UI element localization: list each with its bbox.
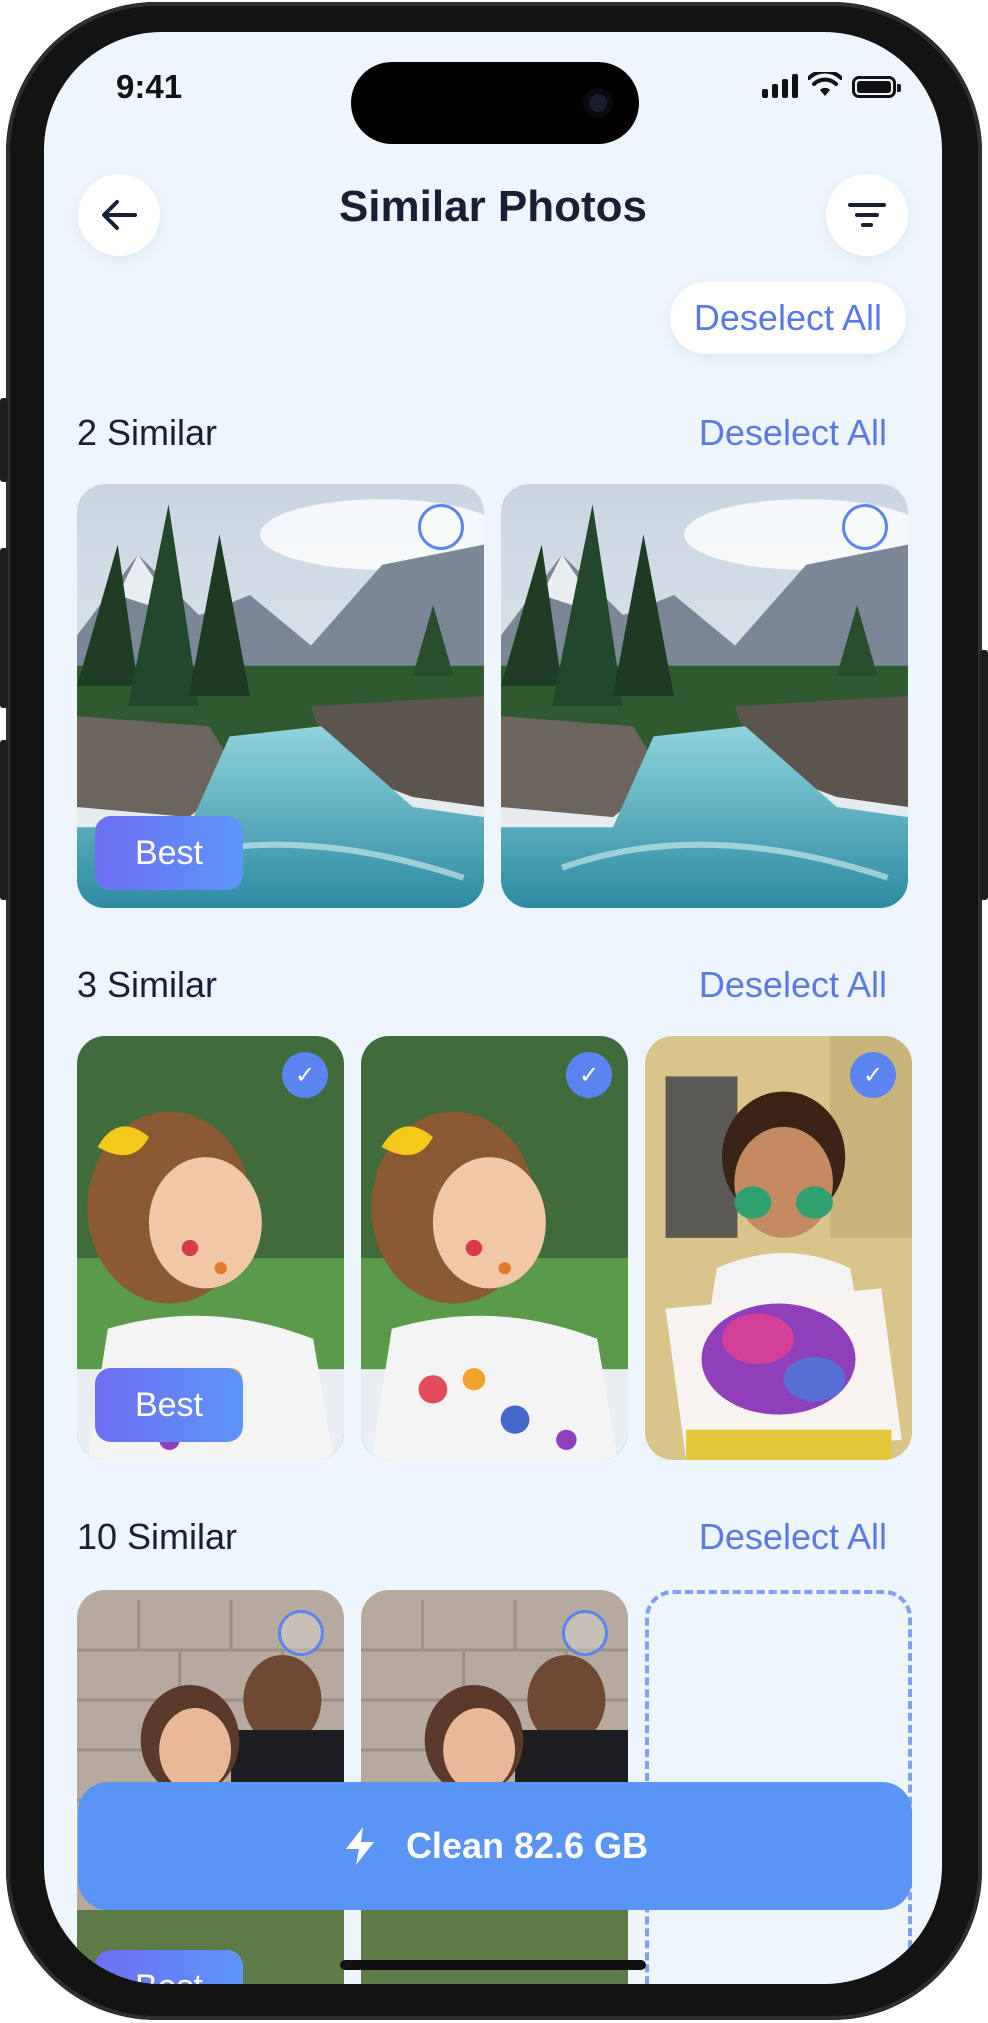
photo-thumbnail[interactable]: ✓ Best bbox=[77, 1036, 344, 1460]
mountain-river-photo bbox=[501, 484, 908, 908]
select-circle[interactable] bbox=[562, 1610, 608, 1656]
clean-button[interactable]: Clean 82.6 GB bbox=[78, 1782, 912, 1910]
boy-painting-photo bbox=[645, 1036, 912, 1460]
clean-button-label: Clean 82.6 GB bbox=[405, 1825, 649, 1866]
side-button-left-1 bbox=[0, 398, 8, 482]
best-badge: Best bbox=[95, 1368, 243, 1442]
checkmark-icon[interactable]: ✓ bbox=[566, 1052, 612, 1098]
girl-paint-photo bbox=[361, 1036, 628, 1460]
group-deselect-all-link[interactable]: Deselect All bbox=[699, 964, 887, 1006]
photo-thumbnail[interactable]: Best bbox=[77, 484, 484, 908]
photo-thumbnail[interactable] bbox=[501, 484, 908, 908]
group-title: 2 Similar bbox=[77, 412, 218, 453]
page-title: Similar Photos bbox=[338, 182, 648, 231]
group-title: 3 Similar bbox=[77, 964, 218, 1005]
lightning-icon bbox=[345, 1827, 374, 1865]
group-deselect-all-link[interactable]: Deselect All bbox=[699, 412, 887, 454]
app-screen: 9:41 Similar Photos Deselect All 2 Simil… bbox=[44, 32, 942, 1984]
group-title: 10 Similar bbox=[77, 1516, 238, 1557]
group-deselect-all-link[interactable]: Deselect All bbox=[699, 1516, 887, 1558]
filter-button[interactable] bbox=[826, 174, 908, 256]
select-circle[interactable] bbox=[278, 1610, 324, 1656]
signal-icon bbox=[762, 74, 798, 98]
checkmark-icon[interactable]: ✓ bbox=[850, 1052, 896, 1098]
select-circle[interactable] bbox=[418, 504, 464, 550]
status-icons bbox=[762, 72, 901, 98]
photo-thumbnail[interactable]: ✓ bbox=[361, 1036, 628, 1460]
side-button-left-2 bbox=[0, 548, 8, 708]
best-badge: Best bbox=[95, 1950, 243, 1984]
home-indicator bbox=[340, 1960, 646, 1970]
photo-thumbnail[interactable]: ✓ bbox=[645, 1036, 912, 1460]
battery-icon bbox=[852, 76, 901, 98]
status-time: 9:41 bbox=[116, 68, 183, 105]
filter-icon bbox=[848, 203, 886, 227]
select-circle[interactable] bbox=[842, 504, 888, 550]
side-button-right bbox=[980, 650, 988, 900]
dynamic-island bbox=[351, 62, 639, 144]
best-badge: Best bbox=[95, 816, 243, 890]
checkmark-icon[interactable]: ✓ bbox=[282, 1052, 328, 1098]
side-button-left-3 bbox=[0, 740, 8, 900]
deselect-all-global-button[interactable]: Deselect All bbox=[669, 282, 906, 354]
wifi-icon bbox=[808, 72, 842, 96]
